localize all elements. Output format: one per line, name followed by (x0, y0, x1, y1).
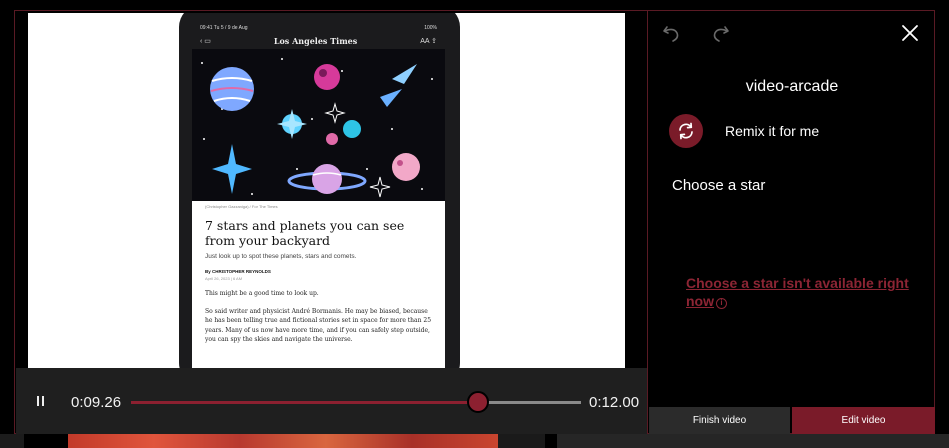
seek-bar-progress (131, 401, 479, 404)
finish-video-button[interactable]: Finish video (649, 407, 790, 434)
article-byline: By CHRISTOPHER REYNOLDS (205, 269, 271, 274)
close-icon (902, 25, 918, 41)
remix-label[interactable]: Remix it for me (725, 123, 819, 139)
redo-icon (713, 26, 729, 42)
article-nav-bar: ‹ ▭ Los Angeles Times AA ⇪ (192, 33, 445, 49)
article-date: April 26, 2023 | 6 AM (205, 276, 243, 281)
article-paragraph: This might be a good time to look up. (205, 290, 319, 297)
choose-star-label: Choose a star (672, 177, 766, 194)
background-page-edge (0, 434, 24, 448)
back-icon: ‹ ▭ (200, 38, 211, 45)
article-paragraph: So said writer and physicist André Borma… (205, 307, 432, 344)
article-headline: 7 stars and planets you can see from you… (205, 218, 405, 248)
article-body: 7 stars and planets you can see from you… (192, 218, 445, 345)
total-time: 0:12.00 (589, 394, 640, 411)
tablet-screen: 09:41 Tu 5 / 9 de Aug 100% ‹ ▭ Los Angel… (192, 23, 445, 369)
app-root: 09:41 Tu 5 / 9 de Aug 100% ‹ ▭ Los Angel… (0, 0, 949, 448)
status-time: 09:41 Tu 5 / 9 de Aug (200, 25, 248, 31)
status-battery: 100% (424, 25, 437, 31)
article-illustration (192, 49, 445, 201)
tablet-status-bar: 09:41 Tu 5 / 9 de Aug 100% (192, 23, 445, 33)
pause-icon (37, 396, 44, 406)
seek-bar[interactable] (131, 391, 581, 413)
seek-bar-thumb[interactable] (467, 391, 490, 413)
unavailable-link[interactable]: Choose a star isn't available right now i (686, 274, 926, 310)
panel-title: video-arcade (745, 78, 839, 95)
space-illustration (201, 58, 433, 198)
article-dek: Just look up to spot these planets, star… (205, 253, 357, 260)
playback-controls: 0:09.26 0:12.00 (16, 368, 648, 434)
undo-button[interactable] (660, 21, 684, 45)
undo-icon (663, 26, 679, 42)
refresh-icon (679, 122, 693, 140)
background-thumbnail-right (557, 434, 949, 448)
video-frame[interactable]: 09:41 Tu 5 / 9 de Aug 100% ‹ ▭ Los Angel… (28, 13, 625, 369)
tablet-device: 09:41 Tu 5 / 9 de Aug 100% ‹ ▭ Los Angel… (179, 13, 460, 369)
edit-panel: video-arcade Remix it for me Choose a st… (647, 10, 935, 434)
publication-logo: Los Angeles Times (273, 36, 358, 46)
edit-video-button[interactable]: Edit video (792, 407, 935, 434)
background-thumbnail (68, 434, 498, 448)
pause-button[interactable] (34, 392, 48, 410)
current-time: 0:09.26 (71, 394, 122, 411)
image-credit: (Christopher Gazzaniga) / For The Times (205, 204, 278, 209)
video-player: 09:41 Tu 5 / 9 de Aug 100% ‹ ▭ Los Angel… (14, 10, 648, 434)
share-icon: AA ⇪ (420, 38, 437, 45)
close-button[interactable] (898, 21, 922, 45)
redo-button[interactable] (708, 21, 732, 45)
background-page-gap (498, 434, 545, 448)
remix-button[interactable] (669, 114, 703, 148)
info-icon[interactable]: i (716, 298, 727, 309)
